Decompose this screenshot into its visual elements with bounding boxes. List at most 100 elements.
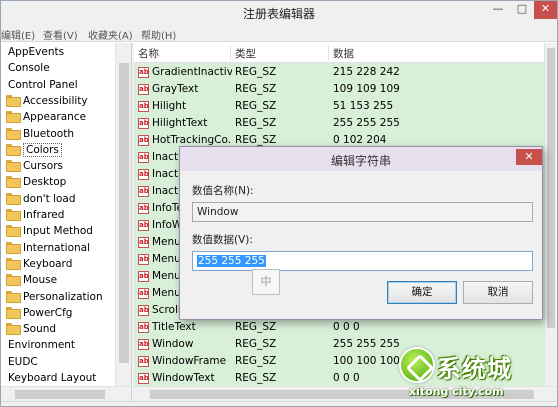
- tree-vertical-scroll-thumb[interactable]: [119, 63, 129, 363]
- tree-key[interactable]: Infrared: [1, 207, 64, 223]
- value-data-input[interactable]: 255 255 255: [192, 251, 533, 271]
- tree-vertical-scrollbar[interactable]: [115, 43, 131, 386]
- tree-key[interactable]: Keyboard: [1, 256, 72, 272]
- value-row[interactable]: ab TitleText REG_SZ 0 0 0: [134, 319, 544, 336]
- tree-horizontal-scrollbar[interactable]: [1, 386, 131, 401]
- tree-key[interactable]: Bluetooth: [1, 126, 74, 142]
- maximize-button[interactable]: □: [511, 1, 533, 19]
- cancel-button[interactable]: 取消: [463, 281, 533, 304]
- tree-key[interactable]: Cursors: [1, 158, 63, 174]
- list-vertical-scrollbar[interactable]: [544, 43, 557, 386]
- value-row[interactable]: ab HilightText REG_SZ 255 255 255: [134, 115, 544, 132]
- tree-key[interactable]: Input Method: [1, 223, 93, 239]
- tree-key-label: Personalization: [23, 290, 103, 303]
- watermark-url: xitong city.com: [409, 385, 504, 398]
- value-type: REG_SZ: [235, 117, 277, 129]
- tree-horizontal-scroll-thumb[interactable]: [15, 390, 105, 399]
- tree-key[interactable]: Sound: [1, 321, 56, 337]
- tree-root-key[interactable]: AppEvents: [1, 44, 64, 60]
- tree-key-label: Sound: [23, 323, 57, 336]
- string-value-icon: ab: [138, 373, 149, 384]
- string-value-icon: ab: [138, 186, 149, 197]
- value-data: 109 109 109: [333, 83, 400, 95]
- value-data: 215 228 242: [333, 66, 400, 78]
- tree-key[interactable]: Personalization: [1, 289, 103, 305]
- string-value-icon: ab: [138, 322, 149, 333]
- folder-icon: [6, 111, 21, 124]
- menu-favorites[interactable]: 收藏夹(A): [88, 27, 133, 42]
- folder-icon: [6, 257, 21, 270]
- registry-editor-window: 注册表编辑器 — □ ✕ 编辑(E) 查看(V) 收藏夹(A) 帮助(H) Ap…: [0, 0, 558, 407]
- menu-help[interactable]: 帮助(H): [141, 27, 176, 42]
- value-type: REG_SZ: [235, 83, 277, 95]
- value-data-selected-text: 255 255 255: [197, 255, 266, 267]
- tree-key[interactable]: Mouse: [1, 272, 57, 288]
- list-vertical-scroll-thumb[interactable]: [547, 48, 555, 328]
- tree-key-label: PowerCfg: [23, 306, 73, 319]
- folder-icon: [6, 94, 21, 107]
- column-name-header[interactable]: 名称: [138, 46, 159, 61]
- tree-key[interactable]: International: [1, 240, 90, 256]
- value-type: REG_SZ: [235, 338, 277, 350]
- folder-icon: [6, 274, 21, 287]
- value-data: 0 0 0: [333, 372, 360, 384]
- tree-key-label: Appearance: [23, 111, 87, 124]
- minimize-button[interactable]: —: [487, 1, 509, 19]
- string-value-icon: ab: [138, 288, 149, 299]
- string-value-icon: ab: [138, 237, 149, 248]
- menu-bar: 编辑(E) 查看(V) 收藏夹(A) 帮助(H): [1, 26, 557, 42]
- value-name: HilightText: [152, 117, 208, 129]
- tree-key[interactable]: Accessibility: [1, 93, 88, 109]
- tree-root-key[interactable]: Control Panel: [1, 77, 78, 93]
- watermark: 系统城 xitong city.com: [389, 345, 557, 401]
- tree-key[interactable]: Desktop: [1, 174, 66, 190]
- tree-key[interactable]: don't load: [1, 191, 76, 207]
- status-bar: [1, 401, 557, 406]
- string-value-icon: ab: [138, 271, 149, 282]
- tree-root-key[interactable]: Environment: [1, 337, 75, 353]
- folder-icon: [6, 192, 21, 205]
- ime-indicator[interactable]: 中: [252, 269, 280, 295]
- tree-key-label: Environment: [8, 339, 76, 352]
- folder-icon: [6, 225, 21, 238]
- string-value-icon: ab: [138, 135, 149, 146]
- tree-key-label: Cursors: [23, 160, 63, 173]
- dialog-close-button[interactable]: ✕: [516, 149, 542, 165]
- menu-edit[interactable]: 编辑(E): [1, 27, 35, 42]
- folder-icon: [6, 176, 21, 189]
- string-value-icon: ab: [138, 152, 149, 163]
- column-divider[interactable]: [230, 45, 231, 60]
- string-value-icon: ab: [138, 220, 149, 231]
- tree-key-label: Keyboard Layout: [8, 372, 97, 384]
- tree-key-label: Keyboard: [23, 257, 73, 270]
- tree-root-key[interactable]: Keyboard Layout: [1, 370, 96, 386]
- tree-key[interactable]: Appearance: [1, 109, 86, 125]
- column-divider[interactable]: [328, 45, 329, 60]
- value-type: REG_SZ: [235, 355, 277, 367]
- value-data: 255 255 255: [333, 117, 400, 129]
- window-title: 注册表编辑器: [242, 7, 315, 21]
- close-button[interactable]: ✕: [534, 1, 557, 19]
- value-name: Window: [152, 338, 194, 350]
- value-data: 51 153 255: [333, 100, 394, 112]
- ok-button[interactable]: 确定: [387, 281, 457, 304]
- tree-key-label: Control Panel: [8, 78, 78, 91]
- folder-icon: [6, 290, 21, 303]
- tree-key[interactable]: PowerCfg: [1, 305, 72, 321]
- value-type: REG_SZ: [235, 100, 277, 112]
- value-row[interactable]: ab GrayText REG_SZ 109 109 109: [134, 81, 544, 98]
- tree-key-label: Console: [8, 62, 50, 75]
- tree-key-label: Desktop: [23, 176, 67, 189]
- column-data-header[interactable]: 数据: [333, 46, 354, 61]
- value-type: REG_SZ: [235, 372, 277, 384]
- tree-root-key[interactable]: Console: [1, 60, 50, 76]
- column-type-header[interactable]: 类型: [235, 46, 256, 61]
- string-value-icon: ab: [138, 254, 149, 265]
- tree-key[interactable]: Colors: [1, 142, 62, 158]
- value-row[interactable]: abGradientInactiv...REG_SZ 215 228 242: [134, 64, 544, 81]
- string-value-icon: ab: [138, 101, 149, 112]
- tree-key-label: EUDC: [8, 355, 38, 368]
- menu-view[interactable]: 查看(V): [43, 27, 78, 42]
- value-row[interactable]: ab Hilight REG_SZ 51 153 255: [134, 98, 544, 115]
- tree-root-key[interactable]: EUDC: [1, 354, 38, 370]
